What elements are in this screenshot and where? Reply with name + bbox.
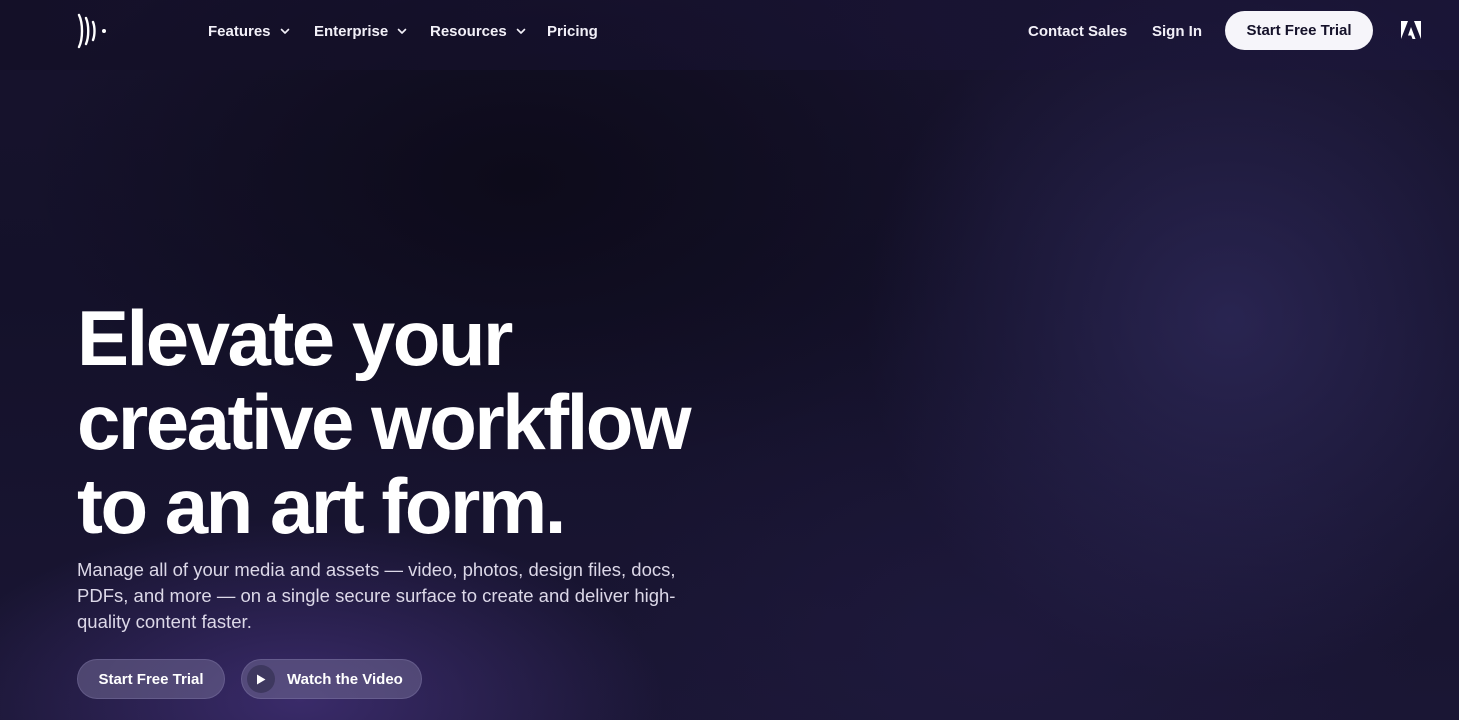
hero-title-line-3: to an art form.	[77, 462, 566, 550]
nav-enterprise[interactable]: Enterprise	[314, 20, 407, 42]
start-free-trial-button[interactable]: Start Free Trial	[77, 659, 225, 699]
adobe-logo-icon[interactable]	[1401, 21, 1421, 39]
play-button-circle	[247, 665, 275, 693]
hero-title-line-2: creative workflow	[77, 378, 692, 466]
nav-features[interactable]: Features	[208, 20, 290, 42]
nav-pricing[interactable]: Pricing	[547, 20, 598, 42]
chevron-down-icon	[280, 28, 289, 34]
start-free-trial-button-header[interactable]: Start Free Trial	[1225, 11, 1373, 50]
nav-enterprise-label: Enterprise	[314, 22, 389, 40]
hero-title-line-1: Elevate your	[77, 294, 513, 382]
hero-title: Elevate your creative workflow to an art…	[77, 296, 757, 548]
play-icon	[257, 674, 266, 684]
contact-sales-link[interactable]: Contact Sales	[1028, 20, 1127, 42]
nav-pricing-label: Pricing	[547, 22, 598, 40]
nav-features-label: Features	[208, 22, 271, 40]
sign-in-link[interactable]: Sign In	[1152, 20, 1202, 42]
nav-resources[interactable]: Resources	[430, 20, 526, 42]
watch-video-label: Watch the Video	[287, 670, 403, 688]
nav-resources-label: Resources	[430, 22, 507, 40]
watch-video-button[interactable]: Watch the Video	[241, 659, 422, 699]
chevron-down-icon	[516, 28, 526, 34]
chevron-down-icon	[397, 28, 407, 34]
hero-subtitle: Manage all of your media and assets — vi…	[77, 559, 676, 632]
frameio-wave-logo-icon[interactable]	[76, 13, 110, 49]
